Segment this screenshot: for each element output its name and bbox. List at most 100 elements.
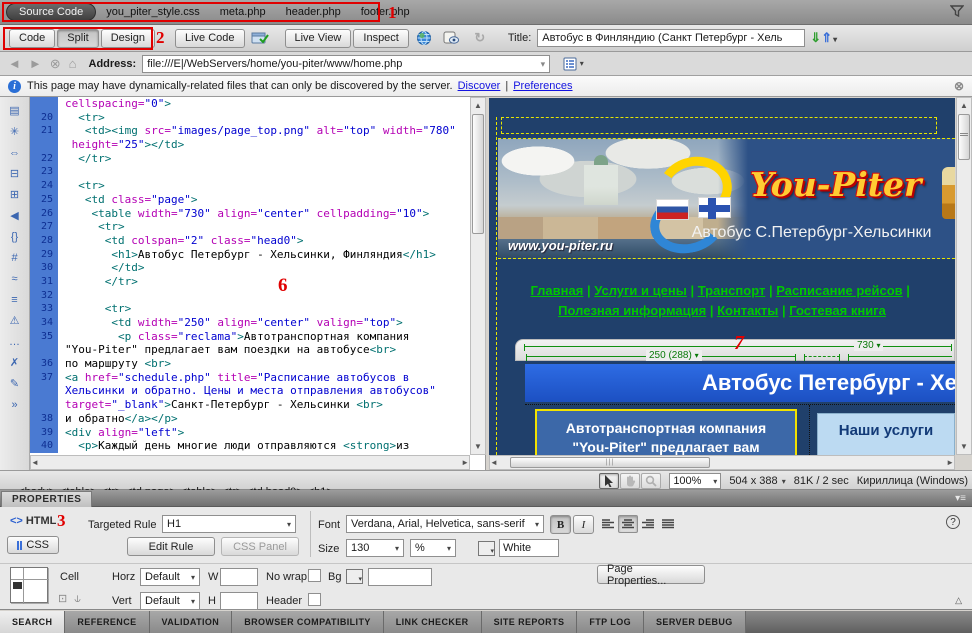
expand-all-icon[interactable]: ⊞ <box>4 185 26 204</box>
code-vertical-scrollbar[interactable]: ▲ ▼ <box>470 97 486 455</box>
font-select[interactable]: Verdana, Arial, Helvetica, sans-serif▾ <box>346 515 544 533</box>
select-tool-icon[interactable] <box>599 473 619 489</box>
code-line[interactable]: 26 <table width="730" align="center" cel… <box>30 207 470 221</box>
design-menu-link[interactable]: Транспорт <box>698 283 766 298</box>
design-menu-link[interactable]: Полезная информация <box>558 303 706 318</box>
text-color-swatch[interactable]: ▾ <box>478 541 495 556</box>
code-line[interactable]: 36по маршруту <br> <box>30 357 470 371</box>
balance-braces-icon[interactable]: {} <box>4 227 26 246</box>
design-scroll-thumb[interactable] <box>958 114 970 160</box>
preferences-link[interactable]: Preferences <box>513 80 572 92</box>
properties-tab[interactable]: PROPERTIES <box>1 491 92 507</box>
properties-title-bar[interactable]: PROPERTIES ▾≡ <box>0 490 972 507</box>
discover-link[interactable]: Discover <box>458 80 501 92</box>
align-left-icon[interactable] <box>598 515 618 533</box>
hand-tool-icon[interactable] <box>620 473 640 489</box>
code-line[interactable]: 30 </td> <box>30 261 470 275</box>
code-line[interactable]: 29 <h1>Автобус Петербург - Хельсинки, Фи… <box>30 248 470 262</box>
design-menu-link[interactable]: Услуги и цены <box>594 283 687 298</box>
text-color-input[interactable]: White <box>499 539 559 557</box>
css-mode-button[interactable]: CSS <box>7 536 59 554</box>
results-tab[interactable]: SEARCH <box>0 611 65 633</box>
code-line[interactable]: 34 <td width="250" align="center" valign… <box>30 316 470 330</box>
close-info-bar-icon[interactable]: ⊗ <box>954 79 964 93</box>
collapse-full-tag-icon[interactable]: ⇔ <box>4 143 26 162</box>
code-line[interactable]: 31 </tr> <box>30 275 470 289</box>
collapse-selection-icon[interactable]: ⊟ <box>4 164 26 183</box>
column-width-menu[interactable]: 250 (288) ▾ <box>646 350 702 361</box>
file-list-icon[interactable]: ▾ <box>560 54 586 73</box>
merge-split-cell-icons[interactable]: ⊡ ⫝ <box>58 592 83 606</box>
cell-width-input[interactable] <box>220 568 258 586</box>
scroll-right-icon[interactable]: ► <box>946 456 954 469</box>
size-select[interactable]: 130▾ <box>346 539 404 557</box>
code-line[interactable]: Хельсинки и обратно. Цены и места отправ… <box>30 384 470 398</box>
table-width-bar[interactable]: 730 ▾ 250 (288) ▾ 7 <box>515 339 955 361</box>
code-navigator-icon[interactable]: ✳ <box>4 122 26 141</box>
align-center-icon[interactable] <box>618 515 638 533</box>
design-menu-link[interactable]: Расписание рейсов <box>776 283 902 298</box>
scroll-up-icon[interactable]: ▲ <box>957 99 971 112</box>
open-documents-icon[interactable]: ▤ <box>4 101 26 120</box>
horz-align-select[interactable]: Default▾ <box>140 568 200 586</box>
results-tab[interactable]: SITE REPORTS <box>482 611 578 633</box>
remove-comment-icon[interactable]: ✗ <box>4 353 26 372</box>
css-panel-button[interactable]: CSS Panel <box>221 537 299 556</box>
stop-icon[interactable]: ⊗ <box>50 56 61 72</box>
magnification-select[interactable]: 100%▾ <box>669 473 721 489</box>
forward-icon[interactable]: ► <box>29 56 42 71</box>
refresh-icon[interactable]: ↻ <box>467 29 493 48</box>
vert-align-select[interactable]: Default▾ <box>140 592 200 610</box>
scroll-down-icon[interactable]: ▼ <box>957 440 971 453</box>
check-browser-compatibility-icon[interactable] <box>247 29 273 48</box>
collapse-panel-icon[interactable]: △ <box>955 595 962 606</box>
page-heading-cell[interactable]: Автобус Петербург - Хельсинки <box>525 364 955 402</box>
bg-color-input[interactable] <box>368 568 432 586</box>
design-vertical-scrollbar[interactable]: ▲ ▼ <box>956 97 972 455</box>
scroll-right-icon[interactable]: ► <box>461 456 469 469</box>
site-banner-image[interactable]: You-Piter Автобус С.Петербург-Хельсинки … <box>498 138 955 259</box>
scroll-down-icon[interactable]: ▼ <box>471 440 485 453</box>
no-wrap-checkbox[interactable] <box>308 569 321 582</box>
document-title-input[interactable]: Автобус в Финляндию (Санкт Петербург - Х… <box>537 29 805 47</box>
zoom-tool-icon[interactable] <box>641 473 661 489</box>
align-right-icon[interactable] <box>638 515 658 533</box>
code-line[interactable]: 23 <box>30 165 470 179</box>
targeted-rule-select[interactable]: H1▾ <box>162 515 296 533</box>
validate-markup-icon[interactable] <box>439 29 465 48</box>
header-checkbox[interactable] <box>308 593 321 606</box>
bg-color-swatch[interactable]: ▾ <box>346 569 363 584</box>
design-menu-link[interactable]: Гостевая книга <box>789 303 886 318</box>
inspect-button[interactable]: Inspect <box>353 29 408 48</box>
code-line[interactable]: target="_blank">Санкт-Петербург - Хельси… <box>30 398 470 412</box>
code-line[interactable]: 21 <td><img src="images/page_top.png" al… <box>30 124 470 138</box>
syntax-error-alerts-icon[interactable]: ⚠ <box>4 311 26 330</box>
line-numbers-icon[interactable]: # <box>4 248 26 267</box>
highlight-invalid-code-icon[interactable]: ≈ <box>4 269 26 288</box>
design-menu-link[interactable]: Контакты <box>717 303 778 318</box>
reclama-cell[interactable]: Автотранспортная компания "You-Piter" пр… <box>535 409 797 455</box>
select-parent-tag-icon[interactable]: ◀ <box>4 206 26 225</box>
code-scroll-thumb[interactable] <box>472 114 484 234</box>
code-editor[interactable]: cellspacing="0">20 <tr>21 <td><img src="… <box>30 97 470 455</box>
address-input[interactable]: file:///E|/WebServers/home/you-piter/www… <box>142 55 550 73</box>
results-tab[interactable]: BROWSER COMPATIBILITY <box>232 611 384 633</box>
code-line[interactable]: 24 <tr> <box>30 179 470 193</box>
scroll-left-icon[interactable]: ◄ <box>490 456 498 469</box>
code-line[interactable]: 33 <tr> <box>30 302 470 316</box>
code-pane[interactable]: ▤✳⇔⊟⊞◀{}#≈≡⚠…✗✎» cellspacing="0">20 <tr>… <box>0 97 486 470</box>
code-line[interactable]: "You-Piter" предлагает вам поездки на ав… <box>30 343 470 357</box>
code-line[interactable]: 35 <p class="reclama">Автотранспортная к… <box>30 330 470 344</box>
address-dropdown-icon[interactable]: ▾ <box>541 56 546 72</box>
move-css-icon[interactable]: ≡ <box>4 290 26 309</box>
show-more-icon[interactable]: » <box>4 395 26 414</box>
design-hscroll-thumb[interactable]: ||| <box>510 457 710 468</box>
format-source-code-icon[interactable]: ✎ <box>4 374 26 393</box>
edit-rule-button[interactable]: Edit Rule <box>127 537 215 556</box>
filter-icon[interactable] <box>950 4 964 18</box>
scroll-up-icon[interactable]: ▲ <box>471 99 485 112</box>
design-horizontal-scrollbar[interactable]: ◄ ||| ► <box>489 455 955 470</box>
results-tab[interactable]: FTP LOG <box>577 611 644 633</box>
code-line[interactable]: height="25"></td> <box>30 138 470 152</box>
align-justify-icon[interactable] <box>658 515 678 533</box>
